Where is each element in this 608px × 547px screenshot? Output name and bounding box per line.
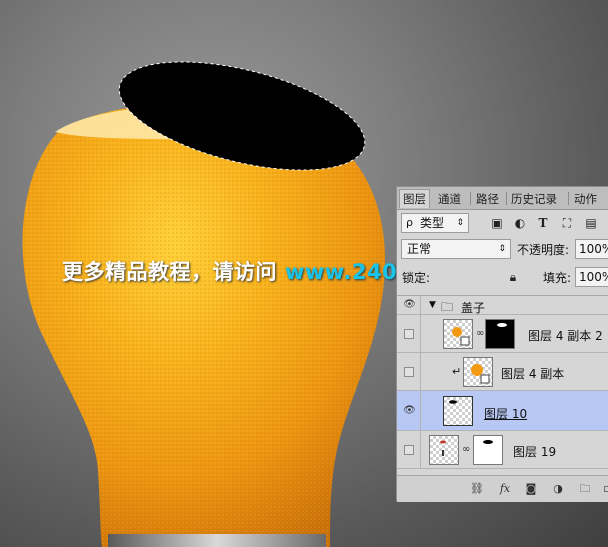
link-icon[interactable]: ∞	[462, 444, 470, 455]
layer-thumbnail[interactable]	[463, 357, 493, 387]
layer-name[interactable]: 图层 10	[484, 405, 527, 422]
filter-shape-icon[interactable]: ⛶	[559, 215, 575, 231]
link-icon[interactable]: ⛓︎	[469, 481, 485, 497]
eye-icon[interactable]: 👁︎	[403, 300, 416, 310]
layer-name: 盖子	[461, 301, 486, 315]
opacity-label: 不透明度:	[517, 243, 570, 257]
watermark-text: 更多精品教程，请访问	[62, 260, 277, 284]
layer-name: 图层 19	[513, 445, 557, 459]
clipping-arrow-icon: ↵	[452, 365, 462, 378]
layer-name: 图层 4 副本 2	[528, 329, 603, 343]
layer-row[interactable]: ∞ 图层 19	[397, 431, 608, 469]
fill-value: 100%	[579, 270, 608, 284]
filter-pixel-icon[interactable]: ▣	[489, 215, 505, 231]
eye-icon[interactable]: 👁︎	[403, 406, 416, 416]
blend-mode-value: 正常	[407, 242, 432, 256]
layer-mask-thumbnail[interactable]	[485, 319, 515, 349]
layer-thumbnail[interactable]	[443, 396, 473, 426]
chevron-updown-icon: ⇕	[498, 244, 506, 254]
panel-tabs: 图层 通道 路径 历史记录 动作	[397, 187, 608, 210]
folder-icon[interactable]: 🗀︎	[577, 481, 593, 497]
tab-paths[interactable]: 路径	[476, 190, 499, 208]
filter-adjustment-icon[interactable]: ◐	[512, 215, 528, 231]
layer-row[interactable]: ∞ 图层 4 副本 2	[397, 315, 608, 353]
filter-smart-object-icon[interactable]: ▤	[583, 215, 599, 231]
visibility-toggle[interactable]: 👁︎	[397, 391, 421, 430]
tab-channels[interactable]: 通道	[438, 190, 461, 208]
visibility-toggle[interactable]: 👁︎	[397, 296, 421, 314]
panel-footer: ⛓︎ fx ◙ ◑ 🗀︎ ▫	[397, 475, 608, 502]
filter-kind-label: 类型	[420, 216, 445, 230]
layer-row-selected[interactable]: 👁︎ 图层 10	[397, 391, 608, 431]
layer-name: 图层 4 副本	[501, 367, 565, 381]
tab-layers[interactable]: 图层	[399, 189, 430, 208]
layer-thumbnail[interactable]	[429, 435, 459, 465]
layer-thumbnail[interactable]	[443, 319, 473, 349]
new-layer-icon[interactable]: ▫	[599, 481, 608, 497]
filter-kind-select[interactable]: ρ 类型 ⇕	[401, 213, 469, 233]
layer-row[interactable]: ↵ 图层 4 副本	[397, 353, 608, 391]
fill-field[interactable]: 100%	[575, 267, 608, 287]
add-mask-icon[interactable]: ◙	[523, 481, 539, 497]
layer-list: 👁︎ ▼ 🗀︎ 盖子 ∞ 图层 4 副本 2 ↵ 图层 4 副本 👁︎ 图层 1…	[397, 295, 608, 475]
filter-type-icon[interactable]: T	[535, 215, 551, 231]
layer-mask-thumbnail[interactable]	[473, 435, 503, 465]
blend-mode-select[interactable]: 正常 ⇕	[401, 239, 511, 259]
link-icon[interactable]: ∞	[476, 328, 484, 339]
tab-history[interactable]: 历史记录	[511, 190, 557, 208]
opacity-field[interactable]: 100%	[575, 239, 608, 259]
lock-all-icon[interactable]: 🔒︎	[505, 269, 521, 285]
bulb-base	[108, 534, 326, 547]
search-icon: ρ	[406, 216, 413, 229]
lock-label: 锁定:	[402, 271, 431, 285]
layer-row-group[interactable]: 👁︎ ▼ 🗀︎ 盖子	[397, 295, 608, 315]
opacity-value: 100%	[579, 242, 608, 256]
layers-panel: 图层 通道 路径 历史记录 动作 ρ 类型 ⇕ ▣ ◐ T ⛶ ▤ 正常 ⇕ 不…	[396, 186, 608, 502]
chevron-updown-icon: ⇕	[456, 218, 464, 228]
chevron-down-icon[interactable]: ▼	[429, 300, 436, 310]
visibility-toggle[interactable]	[397, 315, 421, 352]
fx-icon[interactable]: fx	[497, 481, 513, 497]
fill-label: 填充:	[543, 271, 572, 285]
tab-actions[interactable]: 动作	[574, 190, 597, 208]
adjustment-icon[interactable]: ◑	[550, 481, 566, 497]
visibility-toggle[interactable]	[397, 431, 421, 468]
visibility-toggle[interactable]	[397, 353, 421, 390]
